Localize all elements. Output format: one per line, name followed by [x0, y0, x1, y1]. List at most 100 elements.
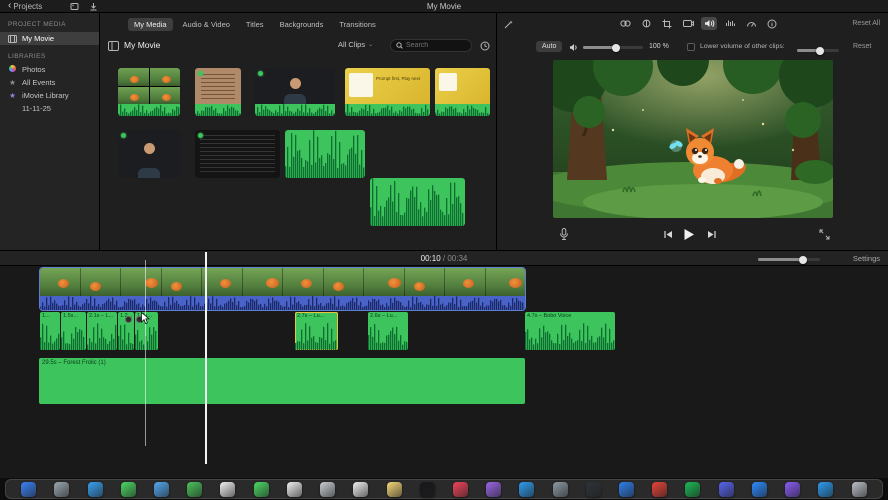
dock-icon-reminders[interactable] — [353, 481, 369, 497]
timeline-audio-clip-bobo-voice[interactable]: 4.7s – Bobo Voice — [525, 312, 615, 350]
clip-filter-dropdown[interactable]: All Clips ⌄ — [338, 40, 373, 49]
dock-icon-settings[interactable] — [552, 481, 568, 497]
media-clip-presenter[interactable] — [255, 68, 335, 116]
previous-frame-button[interactable] — [663, 230, 673, 239]
media-clip-screen-recording[interactable] — [195, 130, 280, 178]
dock-icon-vscode[interactable] — [619, 481, 635, 497]
timeline-settings-button[interactable]: Settings — [853, 254, 880, 263]
search-field[interactable] — [390, 39, 472, 52]
imovie-window: ‹ Projects My Movie PROJECT MEDIA My Mov… — [0, 0, 888, 500]
tab-my-media[interactable]: My Media — [128, 18, 173, 31]
timeline-audio-clip[interactable]: 1.5s... — [61, 312, 86, 350]
play-button[interactable] — [683, 228, 695, 241]
reset-all-button[interactable]: Reset All — [852, 20, 880, 27]
dock-icon-safari[interactable] — [87, 481, 103, 497]
media-import-icon[interactable] — [70, 2, 79, 11]
sidebar-item-photos[interactable]: Photos — [0, 63, 99, 76]
dock-icon-facetime[interactable] — [253, 481, 269, 497]
clip-label: 2.1s – L... — [89, 313, 114, 319]
volume-slider-knob[interactable] — [612, 43, 620, 52]
media-clip-presenter-2[interactable] — [118, 130, 180, 178]
dock-icon-imovie[interactable] — [785, 481, 801, 497]
dock-icon-trash[interactable] — [851, 481, 867, 497]
tab-audio-video[interactable]: Audio & Video — [177, 18, 236, 31]
dock-icon-terminal[interactable] — [585, 481, 601, 497]
projects-back-button[interactable]: ‹ Projects — [8, 1, 42, 11]
timeline-music-clip[interactable]: 29.5s – Forest Frolic (1) — [39, 358, 525, 404]
timeline-audio-clip[interactable]: 2.1s – L... — [87, 312, 117, 350]
audio-effect-badge[interactable] — [125, 316, 132, 323]
speaker-icon — [569, 43, 579, 52]
media-tabs: My Media Audio & Video Titles Background… — [128, 18, 382, 31]
reset-button[interactable]: Reset — [853, 43, 871, 50]
stabilization-icon[interactable] — [680, 17, 696, 30]
dock-icon-contacts[interactable] — [320, 481, 336, 497]
dock-icon-messages[interactable] — [120, 481, 136, 497]
volume-slider[interactable] — [583, 43, 643, 52]
color-correction-icon[interactable] — [638, 17, 654, 30]
media-clip-audio-2[interactable] — [370, 178, 465, 226]
dock-icon-zoom[interactable] — [751, 481, 767, 497]
search-input[interactable] — [406, 42, 466, 49]
window-title: My Movie — [426, 1, 462, 11]
sidebar-item-label: 11-11-25 — [22, 104, 51, 113]
noise-reduction-icon[interactable] — [722, 17, 738, 30]
timeline[interactable]: 1... 1.5s... 2.1s – L... 1.2... 1.9s... … — [0, 266, 888, 478]
video-audio-waveform — [40, 296, 525, 310]
dock-icon-podcasts[interactable] — [486, 481, 502, 497]
enhance-wand-icon[interactable] — [503, 19, 514, 30]
fullscreen-icon[interactable] — [819, 229, 830, 240]
dock-icon-finder[interactable] — [21, 481, 37, 497]
media-clip-fox-collage[interactable] — [118, 68, 180, 116]
media-clip-slide[interactable]: Prompt first, Play next — [345, 68, 430, 116]
info-icon[interactable] — [764, 17, 780, 30]
sidebar-item-event-date[interactable]: 11-11-25 — [0, 102, 99, 115]
sidebar-toggle-icon[interactable] — [108, 41, 119, 51]
dock-icon-chrome[interactable] — [652, 481, 668, 497]
tab-transitions[interactable]: Transitions — [333, 18, 381, 31]
timeline-audio-clip-selected[interactable]: 2.7s – Lu... — [295, 312, 338, 350]
dock-icon-launchpad[interactable] — [54, 481, 70, 497]
sidebar-item-all-events[interactable]: ★ All Events — [0, 76, 99, 89]
timeline-zoom-slider[interactable] — [758, 255, 820, 264]
zoom-slider-knob[interactable] — [798, 255, 807, 264]
tab-backgrounds[interactable]: Backgrounds — [274, 18, 330, 31]
timeline-audio-clip[interactable]: 2.6s – Lu... — [368, 312, 408, 350]
sidebar-item-label: My Movie — [22, 34, 55, 43]
clip-type-badge — [198, 71, 203, 76]
inspector-panel: Reset All Auto 100 % Lower volume of oth… — [497, 13, 888, 250]
dock-icon-maps[interactable] — [187, 481, 203, 497]
sidebar-item-my-movie[interactable]: My Movie — [0, 32, 99, 45]
tab-titles[interactable]: Titles — [240, 18, 270, 31]
dock-icon-music[interactable] — [452, 481, 468, 497]
ducking-slider[interactable] — [797, 46, 839, 55]
dock-icon-calendar[interactable] — [286, 481, 302, 497]
crop-icon[interactable] — [659, 17, 675, 30]
dock-icon-mail[interactable] — [153, 481, 169, 497]
ducking-slider-knob[interactable] — [816, 46, 825, 55]
dock-icon-keynote[interactable] — [818, 481, 834, 497]
dock-icon-photos[interactable] — [220, 481, 236, 497]
dock-icon-notes[interactable] — [386, 481, 402, 497]
timeline-video-clip[interactable] — [39, 267, 526, 311]
auto-volume-button[interactable]: Auto — [536, 41, 563, 52]
dock-icon-spotify[interactable] — [685, 481, 701, 497]
media-clip-document[interactable] — [195, 68, 241, 116]
search-icon — [396, 42, 403, 49]
color-board-icon[interactable] — [617, 17, 633, 30]
lower-volume-checkbox[interactable] — [687, 43, 695, 51]
dock-icon-appstore[interactable] — [519, 481, 535, 497]
import-arrow-icon[interactable] — [89, 2, 98, 11]
voiceover-mic-icon[interactable] — [559, 228, 569, 241]
media-clip-audio-1[interactable] — [285, 130, 365, 178]
sidebar-item-imovie-library[interactable]: ★ iMovie Library — [0, 89, 99, 102]
speed-icon[interactable] — [743, 17, 759, 30]
timeline-audio-clip[interactable]: 1... — [40, 312, 60, 350]
playhead[interactable] — [205, 252, 207, 464]
media-clip-slide-2[interactable] — [435, 68, 490, 116]
dock-icon-tv[interactable] — [419, 481, 435, 497]
volume-icon[interactable] — [701, 17, 717, 30]
recents-clock-icon[interactable] — [480, 41, 490, 51]
dock-icon-discord[interactable] — [718, 481, 734, 497]
next-frame-button[interactable] — [707, 230, 717, 239]
